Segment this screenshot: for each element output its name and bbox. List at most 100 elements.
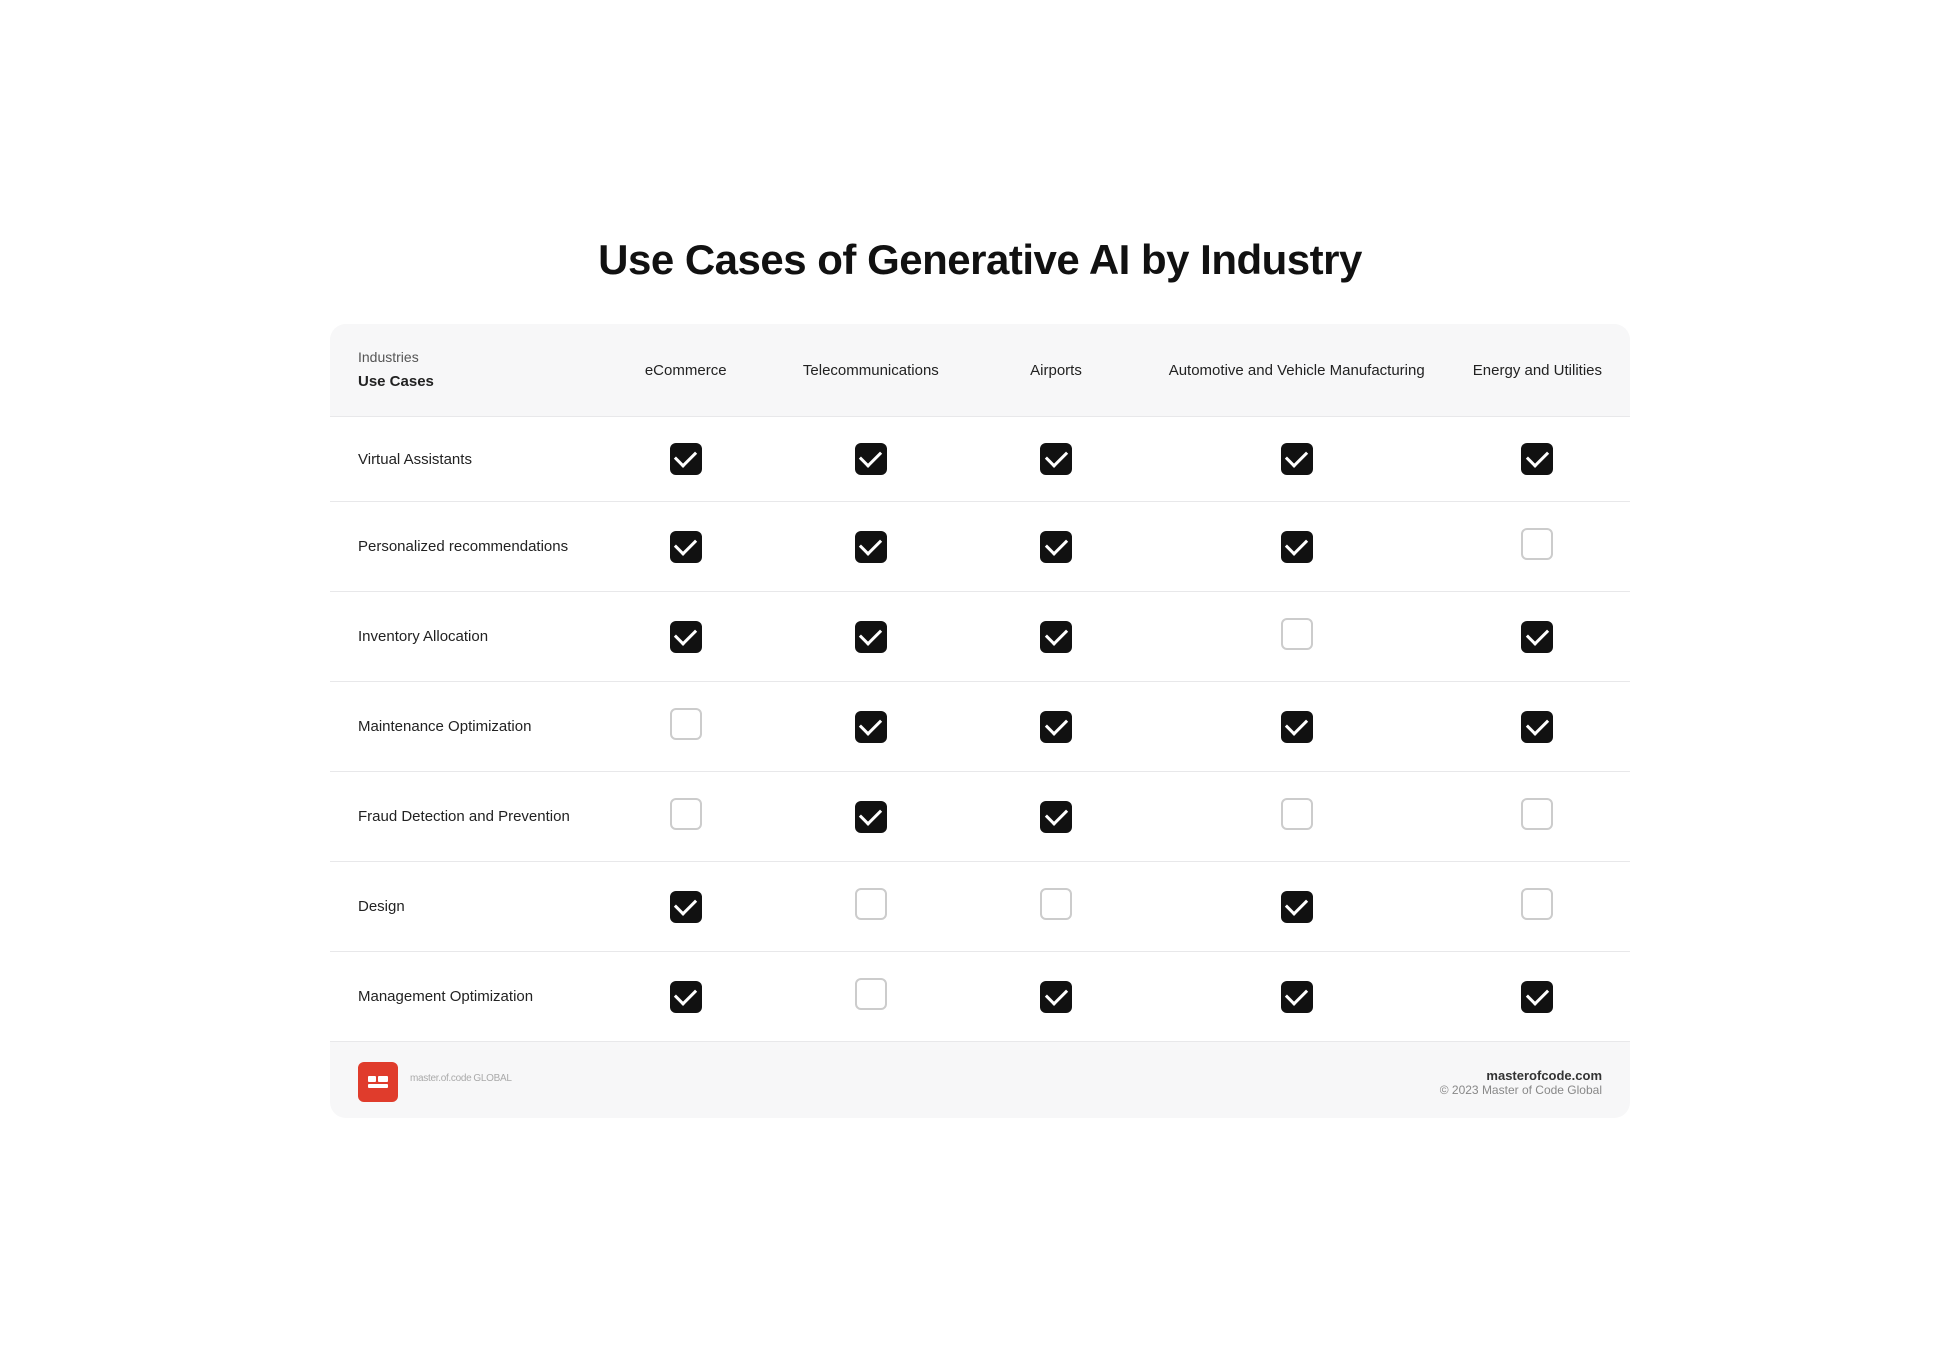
row-label-5: Design (330, 862, 593, 952)
table-row: Virtual Assistants (330, 417, 1630, 502)
cell-1-2 (963, 502, 1148, 592)
cell-5-4 (1445, 862, 1630, 952)
checkbox-checked (670, 621, 702, 653)
use-cases-table: Industries Use Cases eCommerce Telecommu… (330, 324, 1630, 1042)
checkbox-checked (855, 443, 887, 475)
cell-1-4 (1445, 502, 1630, 592)
table-row: Design (330, 862, 1630, 952)
checkbox-unchecked (670, 798, 702, 830)
checkbox-unchecked (855, 888, 887, 920)
cell-2-0 (593, 592, 778, 682)
cell-3-2 (963, 682, 1148, 772)
cell-4-0 (593, 772, 778, 862)
cell-0-4 (1445, 417, 1630, 502)
cell-0-3 (1149, 417, 1445, 502)
checkbox-unchecked (1521, 528, 1553, 560)
cell-3-0 (593, 682, 778, 772)
industries-label: Industries (358, 348, 577, 368)
checkbox-checked (1040, 981, 1072, 1013)
cell-3-4 (1445, 682, 1630, 772)
checkbox-checked (1281, 531, 1313, 563)
checkbox-checked (1040, 443, 1072, 475)
cell-5-0 (593, 862, 778, 952)
checkbox-checked (855, 531, 887, 563)
table-row: Management Optimization (330, 952, 1630, 1042)
page-wrapper: Use Cases of Generative AI by Industry I… (330, 236, 1630, 1119)
checkbox-checked (1521, 621, 1553, 653)
table-header-row: Industries Use Cases eCommerce Telecommu… (330, 324, 1630, 417)
checkbox-unchecked (1281, 798, 1313, 830)
cell-6-4 (1445, 952, 1630, 1042)
checkbox-unchecked (1521, 888, 1553, 920)
checkbox-checked (1040, 711, 1072, 743)
checkbox-checked (1521, 711, 1553, 743)
copyright-area: masterofcode.com © 2023 Master of Code G… (1440, 1068, 1602, 1097)
cell-2-4 (1445, 592, 1630, 682)
cell-5-3 (1149, 862, 1445, 952)
table-row: Fraud Detection and Prevention (330, 772, 1630, 862)
checkbox-checked (1281, 443, 1313, 475)
col-telecom: Telecommunications (778, 324, 963, 417)
checkbox-unchecked (1281, 618, 1313, 650)
cell-5-2 (963, 862, 1148, 952)
table-body: Virtual AssistantsPersonalized recommend… (330, 417, 1630, 1042)
cell-6-0 (593, 952, 778, 1042)
cell-1-1 (778, 502, 963, 592)
logo-text: master.of.codeGLOBAL (408, 1073, 512, 1092)
row-label-2: Inventory Allocation (330, 592, 593, 682)
checkbox-checked (1281, 981, 1313, 1013)
cell-2-1 (778, 592, 963, 682)
table-row: Inventory Allocation (330, 592, 1630, 682)
checkbox-checked (670, 531, 702, 563)
cell-0-2 (963, 417, 1148, 502)
logo-icon (358, 1062, 398, 1102)
cell-4-2 (963, 772, 1148, 862)
cell-3-1 (778, 682, 963, 772)
copyright-text: © 2023 Master of Code Global (1440, 1083, 1602, 1097)
checkbox-checked (1040, 801, 1072, 833)
row-label-1: Personalized recommendations (330, 502, 593, 592)
cell-6-3 (1149, 952, 1445, 1042)
cell-0-1 (778, 417, 963, 502)
cell-2-3 (1149, 592, 1445, 682)
cell-4-1 (778, 772, 963, 862)
checkbox-checked (1281, 891, 1313, 923)
cell-2-2 (963, 592, 1148, 682)
checkbox-checked (670, 891, 702, 923)
checkbox-unchecked (1521, 798, 1553, 830)
cell-6-2 (963, 952, 1148, 1042)
checkbox-checked (670, 443, 702, 475)
cell-4-3 (1149, 772, 1445, 862)
table-row: Personalized recommendations (330, 502, 1630, 592)
row-label-3: Maintenance Optimization (330, 682, 593, 772)
checkbox-checked (1281, 711, 1313, 743)
checkbox-checked (1521, 981, 1553, 1013)
checkbox-checked (1040, 621, 1072, 653)
col-automotive: Automotive and Vehicle Manufacturing (1149, 324, 1445, 417)
cell-3-3 (1149, 682, 1445, 772)
row-label-0: Virtual Assistants (330, 417, 593, 502)
cell-1-3 (1149, 502, 1445, 592)
use-cases-label: Use Cases (358, 371, 577, 392)
cell-6-1 (778, 952, 963, 1042)
page-title: Use Cases of Generative AI by Industry (330, 236, 1630, 284)
logo-area: master.of.codeGLOBAL (358, 1062, 512, 1102)
col-airports: Airports (963, 324, 1148, 417)
header-use-cases: Industries Use Cases (330, 324, 593, 417)
checkbox-checked (855, 621, 887, 653)
checkbox-checked (855, 711, 887, 743)
table-row: Maintenance Optimization (330, 682, 1630, 772)
checkbox-checked (670, 981, 702, 1013)
col-energy: Energy and Utilities (1445, 324, 1630, 417)
table-container: Industries Use Cases eCommerce Telecommu… (330, 324, 1630, 1119)
cell-4-4 (1445, 772, 1630, 862)
cell-0-0 (593, 417, 778, 502)
row-label-4: Fraud Detection and Prevention (330, 772, 593, 862)
checkbox-unchecked (855, 978, 887, 1010)
checkbox-checked (1040, 531, 1072, 563)
checkbox-checked (1521, 443, 1553, 475)
col-ecommerce: eCommerce (593, 324, 778, 417)
checkbox-unchecked (1040, 888, 1072, 920)
checkbox-checked (855, 801, 887, 833)
logo-svg (366, 1070, 390, 1094)
